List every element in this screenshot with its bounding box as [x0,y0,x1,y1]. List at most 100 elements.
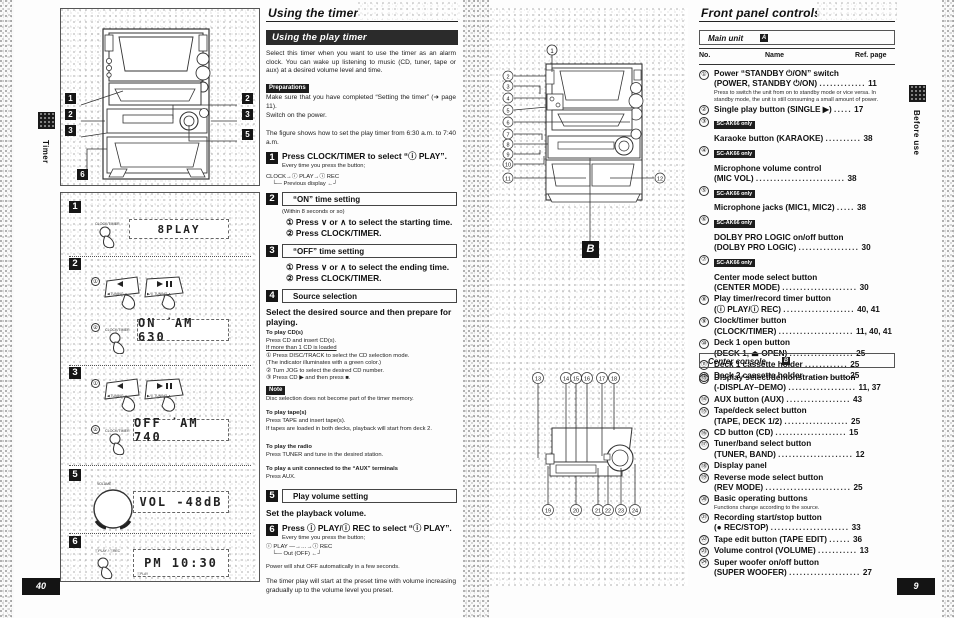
illus-step-5-volume-knob [93,489,133,530]
step-1-sub: Every time you press the button; [282,163,366,169]
step-4-box: Source selection [282,289,457,303]
svg-text:12: 12 [657,177,663,183]
reference-line: Tape edit button (TAPE EDIT) ...... 36 [714,534,863,544]
svg-text:22: 22 [605,509,611,515]
illus-step-5-number: 5 [69,469,81,481]
model-only-badge: SC-AK66 only [714,150,755,159]
svg-text:6: 6 [506,121,509,127]
illus-step-1-number: 1 [69,201,81,213]
illus-step-2-finger-1 [121,294,136,310]
step-1-number: 1 [266,152,278,164]
reference-line: (MIC VOL) ......................... 38 [714,174,857,184]
sep-3 [69,465,251,466]
aux-line-1: Press AUX. [266,474,296,480]
reference-body: Reverse mode select button (REV MODE) ...… [714,473,895,494]
right-page: Front panel controls Before use Main uni… [477,0,954,618]
step-2-line-2: ② Press CLOCK/TIMER. [286,228,382,238]
step-3-box: “OFF” time setting [282,244,457,258]
step-2-number: 2 [266,193,278,205]
reference-page-number: 33 [851,523,861,533]
reference-body: Clock/timer button (CLOCK/TIMER) ........… [714,316,895,337]
model-only-badge: SC-AK66 only [714,190,755,199]
step-3-line-2: ② Press CLOCK/TIMER. [286,273,382,283]
reference-page-number: 36 [852,534,863,544]
reference-body: SC-AK66 only DOLBY PRO LOGIC on/off butto… [714,215,895,254]
svg-text:4: 4 [506,97,509,103]
reference-body: SC-AK66 only Microphone jacks (MIC1, MIC2… [714,185,895,213]
reference-line: (ⓘ PLAY/ⓘ REC) .................... 40, … [714,304,880,314]
model-badge-row: SC-AK66 only [714,255,895,273]
cd-line-2: If more than 1 CD is loaded [266,345,337,351]
svg-text:3: 3 [506,85,509,91]
step-4-lead: Select the desired source and then prepa… [266,307,452,328]
illus-step-3-number: 3 [69,367,81,379]
reference-row: ⑳ Basic operating buttons Functions change… [699,494,895,511]
callout-left-1: 1 [65,93,76,104]
main-unit-tag: A [760,34,768,42]
illus-step-2-display: ON ˙AM 630 [137,316,229,344]
col-rule-top [699,48,895,49]
reference-row: ⑨ Clock/timer button (CLOCK/TIMER) .......… [699,316,895,337]
reference-row: ⑱ Display panel [699,461,895,472]
reference-line: Single play button (SINGLE ▶) ..... 17 [714,104,864,114]
reference-number: ⑳ [699,494,709,505]
scanned-manual-spread: Timer Using the timer Using the play tim… [0,0,954,618]
tape-line-1: Press TAPE and insert tape(s). [266,418,346,424]
leader-dots: ..... [836,203,855,213]
note-text: Disc selection does not become part of t… [266,396,414,402]
prep-item-2: Switch on the power. [266,112,327,119]
reference-body: Display select/demonstration button (-DIS… [714,373,895,394]
center-console-reference-list: ⑬ Display select/demonstration button (-DI… [699,373,895,579]
reference-body: Tuner/band select button (TUNER, BAND) ..… [714,439,895,460]
reference-page-number: 30 [859,283,869,293]
reference-row: ④ SC-AK66 only Microphone volume control (M… [699,146,895,185]
col-header-no: No. [699,52,711,59]
reference-row: ② Single play button (SINGLE ▶) ..... 17 [699,104,895,116]
callout-right-5: 5 [242,129,253,140]
reference-number: ⑦ [699,255,709,266]
tape-group-title: To play tape(s) [266,410,307,416]
reference-page-number: 13 [859,546,869,556]
main-unit-label: Main unit [708,33,744,43]
reference-line: (SUPER WOOFER) .................... 27 [714,567,872,577]
reference-line: Display panel [714,461,767,471]
edge-grid-marker-right [909,85,926,102]
radio-group-title: To play the radio [266,444,312,450]
reference-number: ② [699,105,709,116]
svg-text:20: 20 [573,509,579,515]
reference-line: CD button (CD) .................... 15 [714,428,859,438]
right-page-number: 9 [897,578,935,595]
reference-line: Super woofer on/off button [714,557,820,567]
step-6-flow-2: └— Out (OFF) ←┘ [272,551,322,557]
callout-right-2: 2 [242,93,253,104]
callout-left-3: 3 [65,125,76,136]
reference-line: (CLOCK/TIMER) ..................... 11, … [714,326,892,336]
cd-group-title: To play CD(s) [266,330,303,336]
step-1-heading: Press CLOCK/TIMER to select “ⓘ PLAY”. [282,151,447,161]
reference-line: Tape/deck select button [714,406,807,416]
reference-line: (-DISPLAY–DEMO) ................... 11, … [714,383,881,393]
reference-line: Microphone jacks (MIC1, MIC2) ..... 38 [714,203,867,213]
reference-body: Basic operating buttons Functions change … [714,494,895,511]
reference-row: ⑭ AUX button (AUX) .................. 43 [699,394,895,406]
left-title-rule [266,21,458,22]
reference-line: Power “STANDBY ⏻/ON” switch [714,69,839,78]
main-unit-box: Main unit A [699,30,895,45]
step-5-box: Play volume setting [282,489,457,503]
reference-line: AUX button (AUX) .................. 43 [714,394,863,404]
illus-step-6-number: 6 [69,536,81,548]
reference-line: Basic operating buttons [714,494,808,504]
illus-step-2-sub-1: ① [91,277,100,286]
leader-dots: ..... [834,104,852,114]
col-header-name: Name [765,52,785,59]
model-badge-row: SC-AK66 only [714,215,895,233]
leader-dots: .................... [789,567,861,577]
reference-line: (● REC/STOP) ...................... 33 [714,523,861,533]
step-2-line-1: ① Press ∨ or ∧ to select the starting ti… [286,217,453,227]
illus-step-1-hand [99,226,115,248]
svg-text:2: 2 [506,75,509,81]
right-gutter-texture [477,0,489,618]
leader-dots: ........................ [765,483,852,493]
reference-line: Deck 1 open button [714,338,790,348]
stereo-overview-illustration: 1 2 3 2 3 5 6 [60,8,260,186]
